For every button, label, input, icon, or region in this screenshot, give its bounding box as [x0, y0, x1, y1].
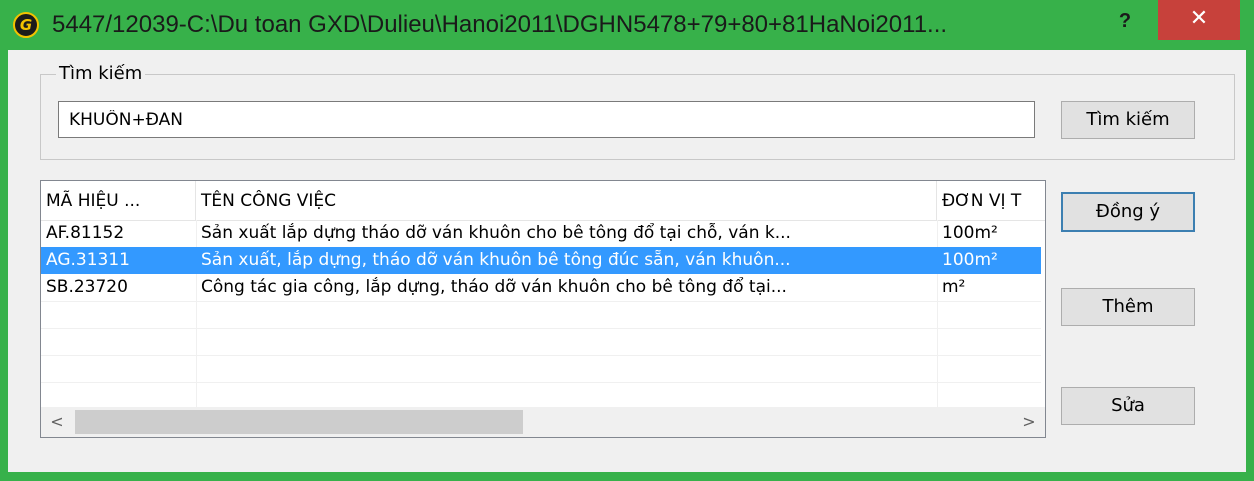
- row-name: Sản xuất lắp dựng tháo dỡ ván khuôn cho …: [201, 223, 791, 243]
- work-items-list[interactable]: MÃ HIỆU ... TÊN CÔNG VIỆC ĐƠN VỊ T AF.81…: [40, 180, 1046, 438]
- search-input[interactable]: [58, 101, 1035, 138]
- row-code: AF.81152: [46, 223, 125, 243]
- scroll-left-arrow-icon[interactable]: <: [41, 407, 73, 437]
- grid-divider: [41, 355, 1041, 356]
- table-row[interactable]: SB.23720 Công tác gia công, lắp dựng, th…: [41, 274, 1041, 301]
- add-button[interactable]: Thêm: [1061, 288, 1195, 326]
- scroll-right-arrow-icon[interactable]: >: [1013, 407, 1045, 437]
- help-button[interactable]: ?: [1112, 6, 1138, 36]
- search-group-label: Tìm kiếm: [56, 64, 146, 84]
- scroll-thumb[interactable]: [75, 410, 523, 434]
- row-code: AG.31311: [46, 250, 130, 270]
- table-row[interactable]: AF.81152 Sản xuất lắp dựng tháo dỡ ván k…: [41, 220, 1041, 247]
- column-header-name[interactable]: TÊN CÔNG VIỆC: [196, 181, 937, 220]
- column-header-code[interactable]: MÃ HIỆU ...: [41, 181, 196, 220]
- row-unit: 100m²: [942, 223, 998, 243]
- row-code: SB.23720: [46, 277, 128, 297]
- edit-button[interactable]: Sửa: [1061, 387, 1195, 425]
- dialog-body: Tìm kiếm Tìm kiếm MÃ HIỆU ... TÊN CÔNG V…: [8, 50, 1246, 472]
- row-unit: m²: [942, 277, 966, 297]
- horizontal-scrollbar[interactable]: < >: [41, 407, 1045, 437]
- ok-button[interactable]: Đồng ý: [1061, 192, 1195, 232]
- table-row-selected[interactable]: AG.31311 Sản xuất, lắp dựng, tháo dỡ ván…: [41, 247, 1041, 274]
- row-name: Sản xuất, lắp dựng, tháo dỡ ván khuôn bê…: [201, 250, 791, 270]
- list-header: MÃ HIỆU ... TÊN CÔNG VIỆC ĐƠN VỊ T: [41, 181, 1045, 221]
- close-icon: ✕: [1189, 6, 1209, 31]
- row-name: Công tác gia công, lắp dựng, tháo dỡ ván…: [201, 277, 787, 297]
- row-unit: 100m²: [942, 250, 998, 270]
- dialog-window: G 5447/12039-C:\Du toan GXD\Dulieu\Hanoi…: [0, 0, 1254, 481]
- grid-divider: [41, 382, 1041, 383]
- grid-divider: [41, 328, 1041, 329]
- window-title: 5447/12039-C:\Du toan GXD\Dulieu\Hanoi20…: [52, 11, 948, 38]
- column-header-unit[interactable]: ĐƠN VỊ T: [937, 181, 1045, 220]
- title-bar[interactable]: G 5447/12039-C:\Du toan GXD\Dulieu\Hanoi…: [0, 0, 1254, 50]
- close-button[interactable]: ✕: [1158, 0, 1240, 40]
- search-button[interactable]: Tìm kiếm: [1061, 101, 1195, 139]
- app-logo-icon: G: [13, 12, 39, 38]
- grid-divider: [41, 301, 1041, 302]
